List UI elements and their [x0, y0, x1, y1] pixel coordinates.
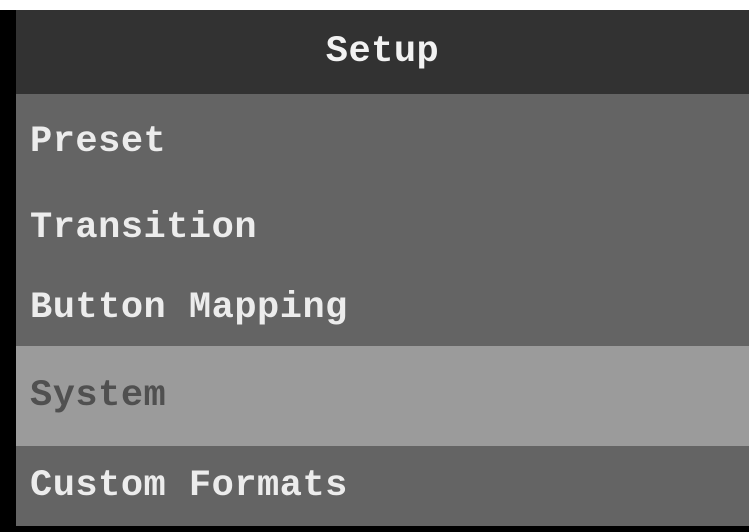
menu-item-label: Transition [30, 206, 258, 249]
screen-title: Setup [325, 31, 440, 73]
menu-item-system[interactable]: System [16, 346, 749, 446]
screen-header: Setup [16, 10, 749, 94]
menu-item-custom-formats[interactable]: Custom Formats [16, 446, 749, 526]
setup-screen: Setup Preset Transition Button Mapping S… [16, 10, 749, 526]
menu-item-label: Preset [30, 120, 167, 163]
menu-item-label: System [30, 375, 167, 417]
menu-item-preset[interactable]: Preset [16, 98, 749, 185]
menu-item-label: Custom Formats [30, 465, 348, 507]
menu-item-label: Button Mapping [30, 287, 348, 329]
device-frame: Setup Preset Transition Button Mapping S… [0, 10, 749, 532]
menu-item-button-mapping[interactable]: Button Mapping [16, 270, 749, 346]
menu-item-transition[interactable]: Transition [16, 185, 749, 270]
